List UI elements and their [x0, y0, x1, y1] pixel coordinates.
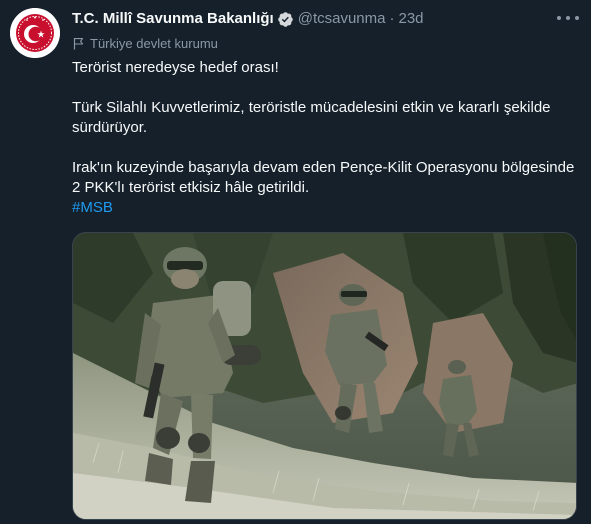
more-options-icon[interactable] [557, 9, 579, 27]
hashtag-link[interactable]: #MSB [72, 198, 577, 218]
timestamp[interactable]: 23d [398, 9, 423, 29]
tweet-photo[interactable] [72, 232, 577, 520]
msb-seal-logo [10, 8, 60, 58]
soldiers-patrol-photo [73, 233, 576, 519]
tweet-paragraph-3-line-1: Irak'ın kuzeyinde başarıyla devam eden P… [72, 159, 575, 176]
account-label: Türkiye devlet kurumu [72, 34, 218, 52]
flag-icon [72, 37, 85, 50]
tweet-paragraph-2-line-1: Türk Silahlı Kuvvetlerimiz, teröristle m… [72, 99, 551, 116]
separator-dot: · [389, 10, 395, 27]
tweet-paragraph-2-line-2: sürdürüyor. [72, 119, 148, 136]
verified-badge-icon [277, 11, 294, 28]
tweet-paragraph-1: Terörist neredeyse hedef orası! [72, 59, 279, 76]
avatar[interactable] [10, 8, 60, 58]
account-label-text: Türkiye devlet kurumu [90, 35, 218, 51]
tweet[interactable]: T.C. Millî Savunma Bakanlığı @tcsavunma … [0, 0, 591, 524]
tweet-text: Terörist neredeyse hedef orası! Türk Sil… [72, 58, 577, 218]
display-name[interactable]: T.C. Millî Savunma Bakanlığı [72, 9, 274, 29]
tweet-paragraph-3-line-2: 2 PKK'lı terörist etkisiz hâle getirildi… [72, 179, 310, 196]
handle[interactable]: @tcsavunma [298, 9, 386, 29]
